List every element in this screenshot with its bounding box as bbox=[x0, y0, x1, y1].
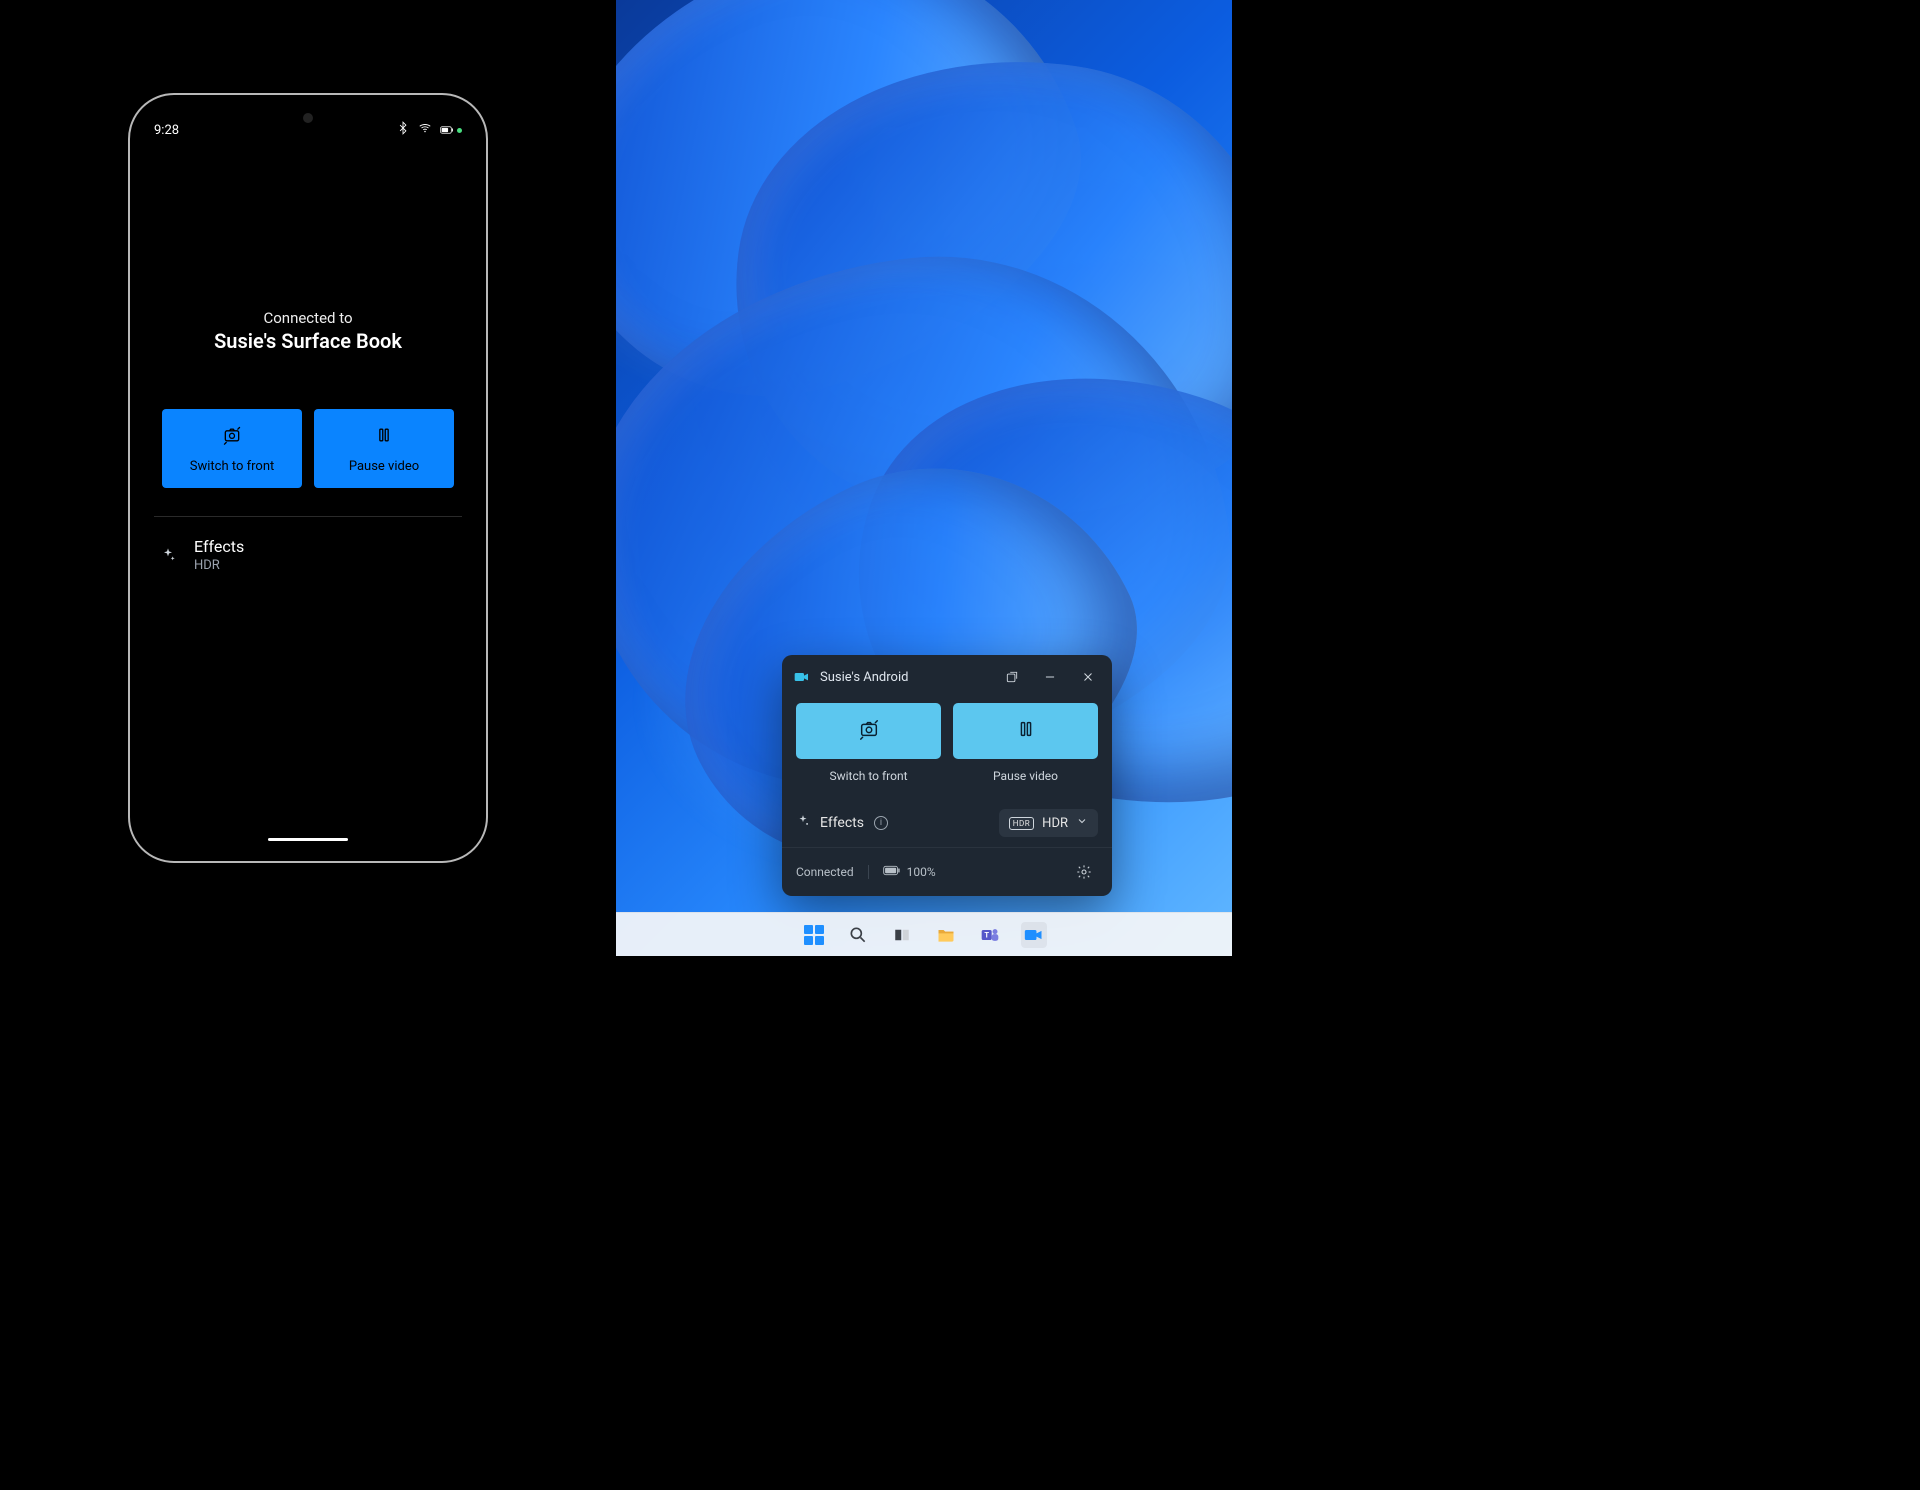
battery-icon bbox=[883, 865, 901, 879]
pause-video-button[interactable]: Pause video bbox=[314, 409, 454, 488]
status-time: 9:28 bbox=[154, 123, 179, 138]
sparkle-icon bbox=[160, 547, 176, 563]
win-switch-camera-label: Switch to front bbox=[796, 769, 941, 783]
effects-title: Effects bbox=[194, 537, 244, 556]
connection-status-label: Connected bbox=[796, 865, 854, 879]
taskbar: T bbox=[616, 912, 1232, 956]
hdr-label: HDR bbox=[1042, 816, 1068, 831]
search-icon bbox=[848, 925, 868, 945]
camera-icon bbox=[1024, 928, 1044, 942]
pause-video-label: Pause video bbox=[349, 459, 419, 474]
info-icon[interactable]: i bbox=[874, 816, 888, 830]
flyout-titlebar[interactable]: Susie's Android bbox=[782, 655, 1112, 697]
connected-prefix: Connected to bbox=[214, 309, 402, 327]
minimize-button[interactable] bbox=[1036, 665, 1064, 689]
pause-icon bbox=[1015, 718, 1037, 744]
folder-icon bbox=[935, 925, 957, 945]
hdr-dropdown[interactable]: HDR HDR bbox=[999, 809, 1098, 837]
effects-label: Effects bbox=[820, 815, 864, 831]
wifi-icon bbox=[418, 121, 432, 139]
camera-icon bbox=[794, 671, 810, 683]
connection-status: Connected to Susie's Surface Book bbox=[214, 309, 402, 353]
windows-logo-icon bbox=[804, 925, 824, 945]
phone-panel: 9:28 Connected to Su bbox=[0, 0, 616, 956]
sparkle-icon bbox=[796, 814, 810, 832]
hdr-badge-icon: HDR bbox=[1009, 817, 1034, 830]
effects-row[interactable]: Effects HDR bbox=[154, 537, 462, 573]
privacy-dot-icon bbox=[457, 128, 462, 133]
search-button[interactable] bbox=[845, 922, 871, 948]
win-switch-camera-button[interactable] bbox=[796, 703, 941, 759]
settings-button[interactable] bbox=[1070, 860, 1098, 884]
pop-out-button[interactable] bbox=[998, 665, 1026, 689]
phone-status-bar: 9:28 bbox=[144, 107, 472, 139]
win-pause-video-button[interactable] bbox=[953, 703, 1098, 759]
switch-camera-label: Switch to front bbox=[190, 459, 275, 474]
battery-percent: 100% bbox=[907, 865, 936, 879]
home-indicator[interactable] bbox=[268, 838, 348, 841]
close-button[interactable] bbox=[1074, 665, 1102, 689]
flyout-title: Susie's Android bbox=[820, 670, 988, 685]
camera-flyout-window: Susie's Android bbox=[782, 655, 1112, 896]
connected-device-name: Susie's Surface Book bbox=[214, 329, 402, 353]
pause-icon bbox=[374, 425, 394, 449]
camera-app-button[interactable] bbox=[1021, 922, 1047, 948]
battery-icon bbox=[440, 123, 462, 137]
effects-mode: HDR bbox=[194, 558, 244, 573]
bluetooth-icon bbox=[396, 121, 410, 139]
start-button[interactable] bbox=[801, 922, 827, 948]
divider bbox=[154, 516, 462, 517]
task-view-button[interactable] bbox=[889, 922, 915, 948]
svg-text:T: T bbox=[984, 930, 989, 939]
win-pause-video-label: Pause video bbox=[953, 769, 1098, 783]
switch-camera-icon bbox=[222, 425, 242, 449]
task-view-icon bbox=[893, 926, 911, 944]
teams-icon: T bbox=[980, 925, 1000, 945]
switch-camera-icon bbox=[858, 718, 880, 744]
file-explorer-button[interactable] bbox=[933, 922, 959, 948]
switch-camera-button[interactable]: Switch to front bbox=[162, 409, 302, 488]
chevron-down-icon bbox=[1076, 815, 1088, 831]
phone-frame: 9:28 Connected to Su bbox=[128, 93, 488, 863]
windows-desktop: Susie's Android bbox=[616, 0, 1232, 956]
teams-button[interactable]: T bbox=[977, 922, 1003, 948]
